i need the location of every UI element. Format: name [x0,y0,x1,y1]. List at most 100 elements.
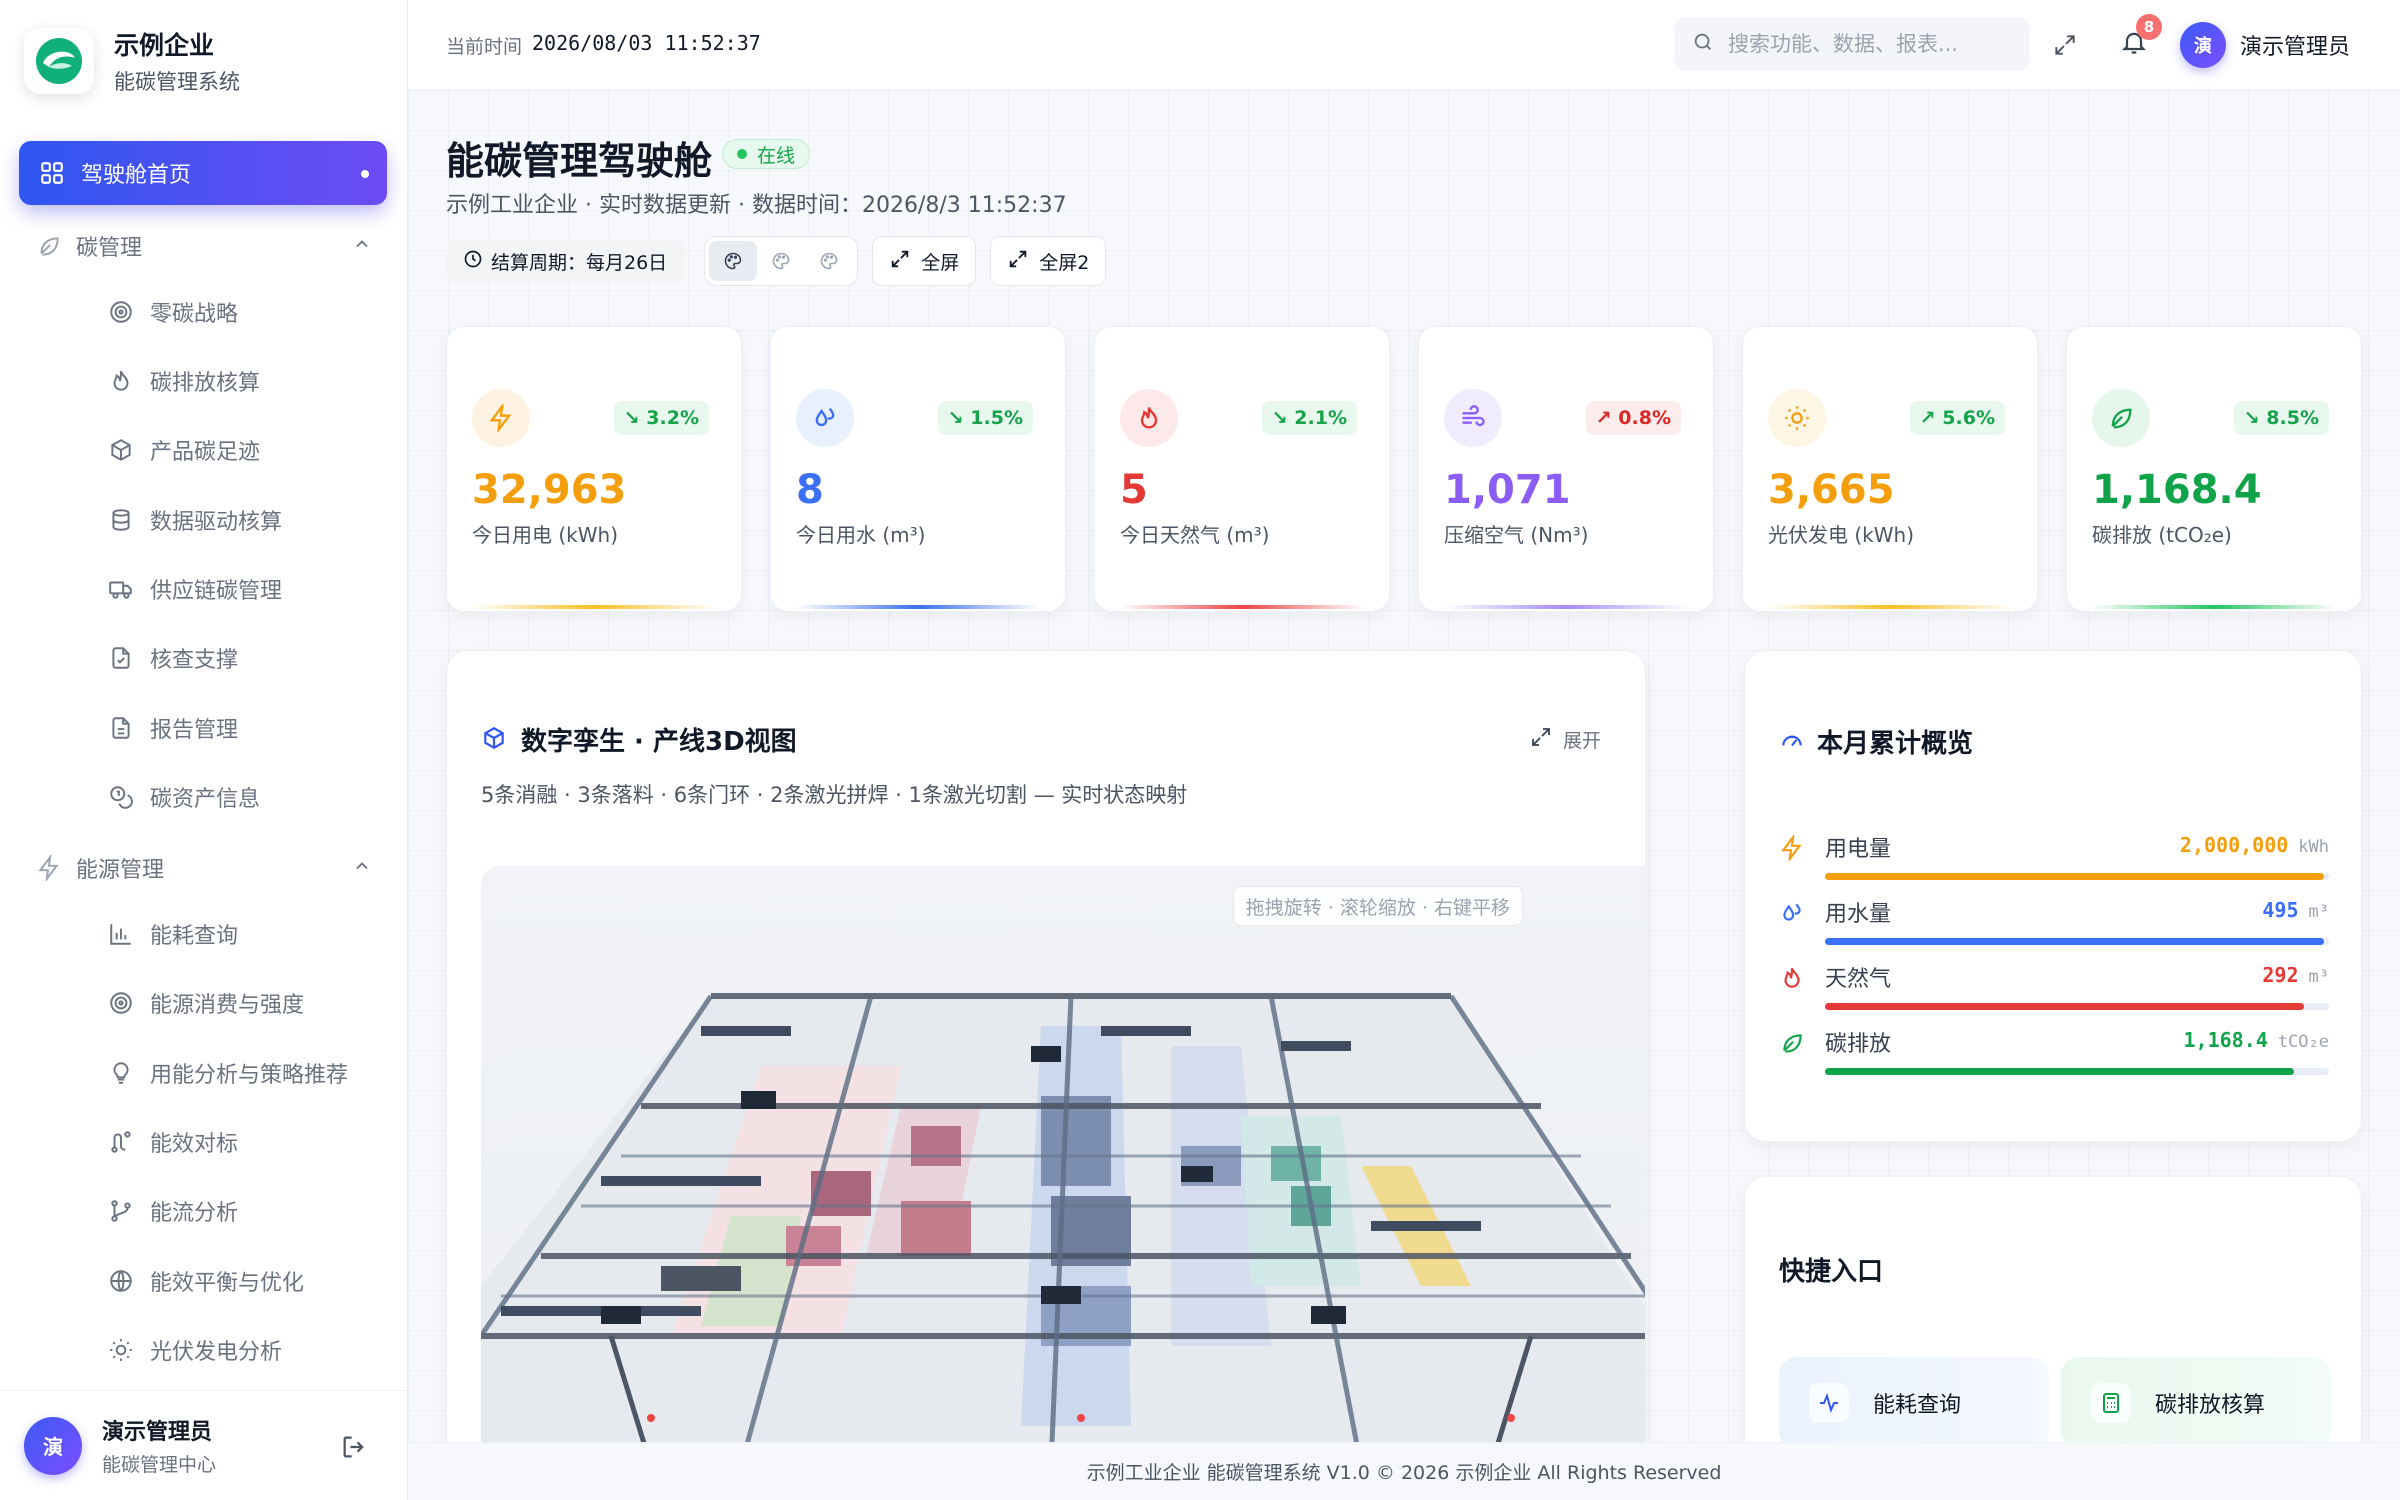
kpi-card-carbon[interactable]: ↘ 8.5% 1,168.4 碳排放 (tCO₂e) [2066,326,2362,612]
sidebar-user-name: 演示管理员 [102,1420,213,1445]
summary-value: 2,000,000 kWh [2180,833,2329,857]
topbar-user-menu[interactable]: 演 演示管理员 [2180,22,2350,68]
kpi-value: 32,963 [472,467,627,513]
activity-icon [1809,1383,1849,1423]
sidebar-item-label: 碳资产信息 [150,787,261,812]
expand-button[interactable]: 展开 [1529,725,1601,754]
flame-icon [1120,389,1178,447]
sidebar-item-energy-query[interactable]: 能耗查询 [108,914,238,954]
theme-option-3[interactable] [805,241,853,281]
sidebar-item-usage-analysis[interactable]: 用能分析与策略推荐 [108,1053,348,1093]
settlement-cycle-chip: 结算周期：每月26日 [446,239,685,283]
sidebar-item-consumption-intensity[interactable]: 能源消费与强度 [108,983,304,1023]
truck-icon [108,576,134,602]
active-indicator [361,170,369,178]
sidebar-item-label: 能效平衡与优化 [150,1271,305,1296]
search-input[interactable] [1728,32,1988,56]
kpi-accent-line [796,605,1040,609]
kpi-value: 5 [1120,467,1148,513]
arrow-down-right-icon: ↘ [623,407,640,429]
wind-icon [1444,389,1502,447]
bolt-icon [36,855,62,881]
sidebar-item-carbon-assets[interactable]: 碳资产信息 [108,777,260,817]
summary-value: 292 m³ [2262,963,2329,987]
notification-badge: 8 [2136,14,2162,40]
sidebar-item-energy-flow[interactable]: 能流分析 [108,1191,238,1231]
sidebar-item-reports[interactable]: 报告管理 [108,708,238,748]
arrow-down-right-icon: ↘ [947,407,964,429]
fullscreen2-button[interactable]: 全屏2 [990,236,1107,286]
fullscreen-button[interactable]: 全屏 [872,236,977,286]
sidebar-item-benchmark[interactable]: 能效对标 [108,1122,238,1162]
kpi-card-pv[interactable]: ↗ 5.6% 3,665 光伏发电 (kWh) [1742,326,2038,612]
sidebar-group-carbon[interactable]: 碳管理 [36,226,372,266]
sidebar-item-balance-optimization[interactable]: 能效平衡与优化 [108,1261,304,1301]
quick-entry-energy-query[interactable]: 能耗查询 [1779,1357,2049,1449]
file-text-icon [108,715,134,741]
brand-name: 示例企业 [114,31,215,60]
dashboard-grid-icon [39,160,65,186]
logout-icon[interactable] [340,1433,368,1465]
digital-twin-subtitle: 5条消融 · 3条落料 · 6条门环 · 2条激光拼焊 · 1条激光切割 — 实… [481,783,1188,807]
git-branch-icon [108,1198,134,1224]
expand-screen-icon[interactable] [2052,32,2078,62]
control-row: 结算周期：每月26日 全屏 全屏2 [446,236,1107,286]
factory-3d-scene [481,993,1645,1466]
chevron-up-icon [352,234,372,258]
water-drops-icon [796,389,854,447]
progress-track [1825,873,2329,880]
summary-number: 1,168.4 [2183,1028,2268,1052]
arrow-down-right-icon: ↘ [2243,407,2260,429]
trend-value: 8.5% [2266,407,2319,429]
current-time-value: 2026/08/03 11:52:37 [532,31,761,55]
leaf-icon [36,233,62,259]
monthly-summary-panel: 本月累计概览 用电量 2,000,000 kWh 用水量 495 m³ 天然气 29… [1744,650,2362,1142]
quick-entry-carbon-accounting[interactable]: 碳排放核算 [2061,1357,2331,1449]
brand[interactable]: 示例企业 能碳管理系统 [24,26,240,96]
summary-header: 本月累计概览 [1779,723,1973,760]
digital-twin-header: 数字孪生 · 产线3D视图 [481,721,797,758]
sidebar-item-data-driven[interactable]: 数据驱动核算 [108,500,282,540]
search-icon [1692,31,1714,57]
summary-row-carbon: 碳排放 1,168.4 tCO₂e [1779,1026,2329,1086]
sidebar-item-label: 用能分析与策略推荐 [150,1063,349,1088]
3d-viewer-canvas[interactable]: 拖拽旋转 · 滚轮缩放 · 右键平移 [481,866,1645,1466]
footer: 示例工业企业 能碳管理系统 V1.0 © 2026 示例企业 All Right… [408,1442,2400,1500]
search-box[interactable] [1674,17,2030,71]
sidebar-item-carbon-accounting[interactable]: 碳排放核算 [108,361,260,401]
sidebar-item-label: 能效对标 [150,1132,239,1157]
theme-option-2[interactable] [757,241,805,281]
sidebar-item-pv-analysis[interactable]: 光伏发电分析 [108,1330,282,1370]
sidebar-item-product-footprint[interactable]: 产品碳足迹 [108,430,260,470]
theme-option-1[interactable] [709,241,758,281]
kpi-card-compressed-air[interactable]: ↗ 0.8% 1,071 压缩空气 (Nm³) [1418,326,1714,612]
summary-label: 用水量 [1825,902,1892,927]
digital-twin-title: 数字孪生 · 产线3D视图 [521,727,797,757]
sidebar-item-home[interactable]: 驾驶舱首页 [19,141,387,205]
summary-unit: kWh [2298,837,2329,857]
sidebar-group-energy[interactable]: 能源管理 [36,848,372,888]
sidebar-item-label: 供应链碳管理 [150,579,283,604]
sidebar-item-zero-carbon[interactable]: 零碳战略 [108,292,238,332]
fullscreen-label: 全屏 [921,251,960,274]
trend-badge: ↗ 0.8% [1585,401,1681,435]
route-icon [108,1129,134,1155]
file-check-icon [108,645,134,671]
clock-icon [463,249,483,274]
summary-value: 495 m³ [2262,898,2329,922]
sidebar-item-supply-chain[interactable]: 供应链碳管理 [108,569,282,609]
progress-track [1825,938,2329,945]
summary-row-water: 用水量 495 m³ [1779,896,2329,956]
quick-entry-label: 碳排放核算 [2155,1393,2266,1418]
kpi-card-electricity[interactable]: ↘ 3.2% 32,963 今日用电 (kWh) [446,326,742,612]
avatar: 演 [2180,22,2226,68]
sidebar-user-card[interactable]: 演 演示管理员 能碳管理中心 [0,1390,408,1500]
kpi-card-water[interactable]: ↘ 1.5% 8 今日用水 (m³) [770,326,1066,612]
kpi-card-gas[interactable]: ↘ 2.1% 5 今日天然气 (m³) [1094,326,1390,612]
chevron-up-icon [352,856,372,880]
sidebar-item-verification[interactable]: 核查支撑 [108,638,238,678]
summary-unit: m³ [2308,967,2329,987]
target-icon [108,299,134,325]
sidebar-item-label: 能源消费与强度 [150,993,305,1018]
target-icon [108,990,134,1016]
